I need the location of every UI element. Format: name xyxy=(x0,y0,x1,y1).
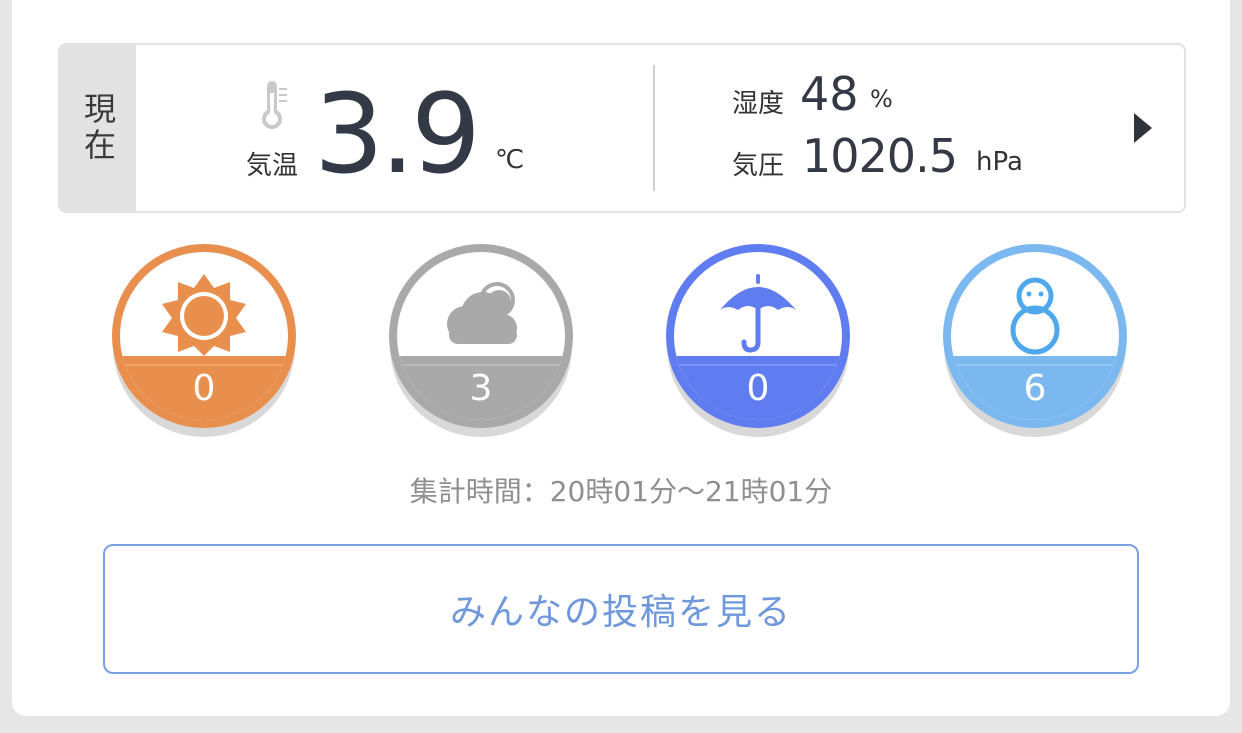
umbrella-icon xyxy=(720,274,796,353)
pressure-value: 1020.5 xyxy=(802,129,958,183)
vote-cloudy[interactable]: 3 xyxy=(389,244,573,428)
current-label: 現在 xyxy=(60,45,136,211)
temperature-value: 3.9 xyxy=(314,70,481,198)
pressure-unit: hPa xyxy=(976,147,1023,177)
aggregation-period: 集計時間：20時01分〜21時01分 xyxy=(409,475,833,508)
vote-count: 0 xyxy=(674,356,842,420)
current-conditions[interactable]: 現在 気温 3.9 ℃ 湿度 48 % 気圧 1020.5 hPa xyxy=(58,43,1186,213)
vote-sunny[interactable]: 0 xyxy=(112,244,296,428)
divider xyxy=(653,65,655,191)
vote-count: 6 xyxy=(951,356,1119,420)
cloud-icon xyxy=(447,282,517,344)
snowman-icon xyxy=(1010,277,1060,355)
humidity-unit: % xyxy=(870,85,893,113)
vote-rainy[interactable]: 0 xyxy=(666,244,850,428)
thermometer-icon xyxy=(262,81,287,129)
vote-count: 0 xyxy=(120,356,288,420)
temperature-unit: ℃ xyxy=(495,145,525,175)
humidity-label: 湿度 xyxy=(732,89,785,119)
pressure-label: 気圧 xyxy=(732,151,785,181)
vote-count: 3 xyxy=(397,356,565,420)
humidity-value: 48 xyxy=(800,67,859,121)
vote-snowy[interactable]: 6 xyxy=(943,244,1127,428)
play-right-icon[interactable] xyxy=(1134,113,1152,143)
sun-icon xyxy=(162,274,246,356)
temperature-label: 気温 xyxy=(246,151,299,181)
view-posts-button[interactable]: みんなの投稿を見る xyxy=(103,544,1139,674)
